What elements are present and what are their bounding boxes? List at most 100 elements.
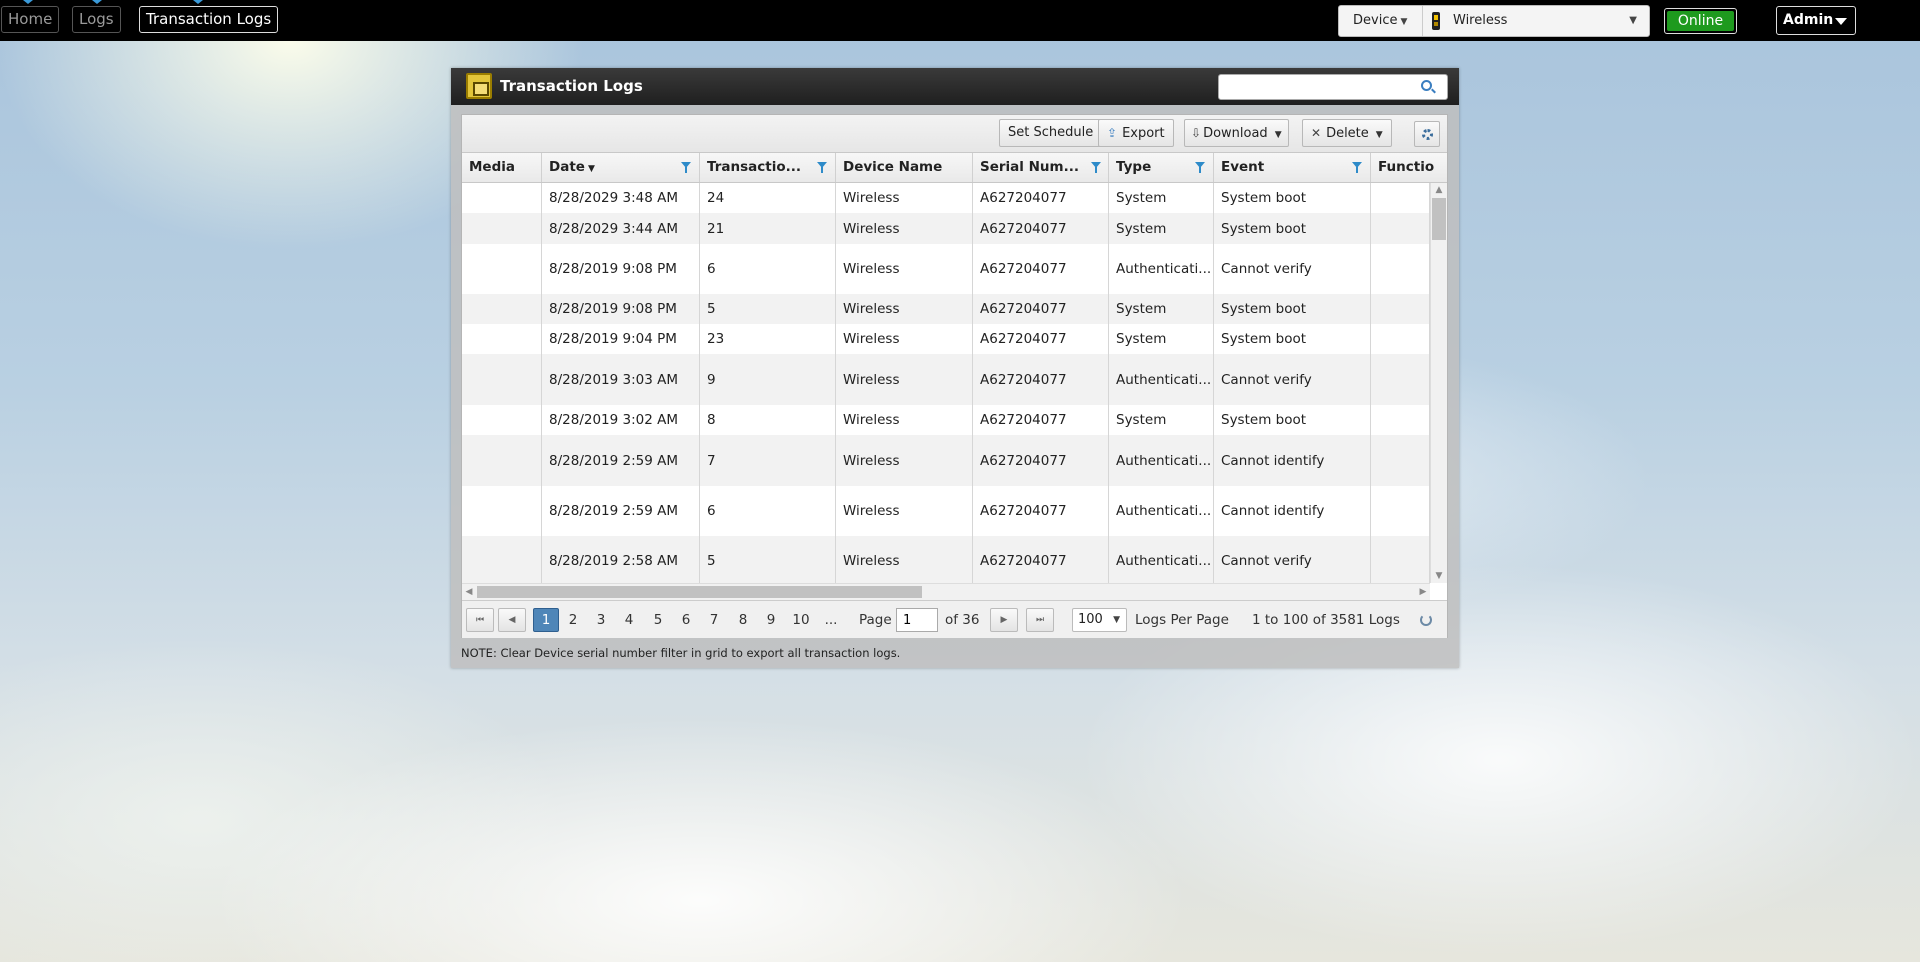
previous-page-button[interactable]: ◀ [498,608,526,632]
filter-icon[interactable] [817,162,827,173]
column-header-device-name[interactable]: Device Name [836,153,973,182]
cell-media [462,324,542,354]
user-menu-button[interactable]: Admin [1776,6,1856,35]
cell-function [1371,435,1430,486]
table-row[interactable]: 8/28/2029 3:48 AM 24 Wireless A627204077… [462,183,1430,213]
table-row[interactable]: 8/28/2019 9:04 PM 23 Wireless A627204077… [462,324,1430,354]
sort-desc-icon: ▼ [587,164,595,174]
chevron-down-icon: ▼ [1375,130,1383,140]
column-header-date[interactable]: Date ▼ [542,153,700,182]
filter-icon[interactable] [1352,162,1362,173]
nav-logs[interactable]: Logs [72,6,121,33]
cell-serial: A627204077 [973,183,1109,213]
cell-date: 8/28/2019 2:58 AM [542,536,700,583]
download-icon: ⇩ [1191,126,1202,140]
cell-date: 8/28/2019 3:03 AM [542,354,700,405]
cell-event: System boot [1214,294,1371,324]
device-label: Device [1353,13,1398,28]
cell-function [1371,354,1430,405]
nav-indicator-icon [193,0,203,4]
export-button[interactable]: ⇪ Export [1098,119,1174,147]
set-schedule-button[interactable]: Set Schedule [999,119,1103,147]
device-type-dropdown[interactable]: Device ▼ [1339,6,1423,36]
page-number-current[interactable]: 1 [533,608,559,632]
table-row[interactable]: 8/28/2019 9:08 PM 5 Wireless A627204077 … [462,294,1430,324]
cell-function [1371,536,1430,583]
table-row[interactable]: 8/28/2019 2:59 AM 6 Wireless A627204077 … [462,486,1430,536]
scroll-thumb[interactable] [477,586,922,598]
delete-label: Delete [1326,126,1369,141]
first-page-button[interactable]: ⏮ [466,608,494,632]
page-summary: 1 to 100 of 3581 Logs [1252,612,1400,628]
table-row[interactable]: 8/28/2029 3:44 AM 21 Wireless A627204077… [462,213,1430,244]
column-header-serial-number[interactable]: Serial Num... [973,153,1109,182]
cell-function [1371,486,1430,536]
status-badge: Online [1664,8,1737,34]
page-number[interactable]: 6 [675,608,697,632]
chevron-down-icon: ▼ [1400,17,1408,27]
nav-home[interactable]: Home [1,6,60,33]
table-row[interactable]: 8/28/2019 2:58 AM 5 Wireless A627204077 … [462,536,1430,583]
page-size-select[interactable]: 100 ▼ [1072,608,1127,632]
table-row[interactable]: 8/28/2019 3:03 AM 9 Wireless A627204077 … [462,354,1430,405]
cell-date: 8/28/2019 2:59 AM [542,486,700,536]
filter-icon[interactable] [1091,162,1101,173]
page-number[interactable]: 5 [647,608,669,632]
page-number[interactable]: 10 [790,608,812,632]
cell-serial: A627204077 [973,486,1109,536]
page-number[interactable]: 7 [703,608,725,632]
next-page-button[interactable]: ▶ [990,608,1018,632]
horizontal-scrollbar[interactable]: ◀ ▶ [462,583,1430,600]
page-input[interactable] [896,608,938,632]
column-header-event[interactable]: Event [1214,153,1371,182]
page-number[interactable]: 3 [590,608,612,632]
gear-icon[interactable] [1414,121,1440,147]
table-row[interactable]: 8/28/2019 3:02 AM 8 Wireless A627204077 … [462,405,1430,435]
cell-date: 8/28/2019 9:08 PM [542,294,700,324]
scroll-left-icon[interactable]: ◀ [462,584,476,600]
download-button[interactable]: ⇩ Download ▼ [1184,119,1289,147]
delete-button[interactable]: ✕ Delete ▼ [1302,119,1392,147]
vertical-scrollbar[interactable]: ▲ ▼ [1430,183,1447,583]
scroll-right-icon[interactable]: ▶ [1416,584,1430,600]
device-icon [1432,12,1440,30]
page-number[interactable]: 8 [732,608,754,632]
top-bar: Home Logs Transaction Logs Device ▼ Wirel… [0,0,1920,41]
cell-event: System boot [1214,405,1371,435]
cell-serial: A627204077 [973,536,1109,583]
cell-transaction: 5 [700,536,836,583]
cell-type: System [1109,294,1214,324]
page-size-value: 100 [1078,612,1103,627]
table-row[interactable]: 8/28/2019 2:59 AM 7 Wireless A627204077 … [462,435,1430,486]
table-row[interactable]: 8/28/2019 9:08 PM 6 Wireless A627204077 … [462,244,1430,294]
transaction-logs-window: Transaction Logs Set Schedule ⇪ Export ⇩ D… [451,68,1459,668]
cell-event: System boot [1214,213,1371,244]
cell-event: Cannot verify [1214,244,1371,294]
search-icon[interactable] [1421,80,1432,91]
page-number[interactable]: 4 [618,608,640,632]
filter-icon[interactable] [1195,162,1205,173]
cell-media [462,354,542,405]
scroll-up-icon[interactable]: ▲ [1431,183,1447,197]
last-page-button[interactable]: ⏭ [1026,608,1054,632]
column-header-function[interactable]: Functio [1371,153,1447,182]
page-number-more[interactable]: ... [820,608,842,632]
column-header-media[interactable]: Media [462,153,542,182]
logs-grid: Set Schedule ⇪ Export ⇩ Download ▼ ✕ Delete ▼… [461,114,1448,638]
nav-indicator-icon [23,0,33,4]
page-label: Page [859,612,892,628]
page-number[interactable]: 2 [562,608,584,632]
refresh-icon[interactable] [1420,614,1432,626]
page-number[interactable]: 9 [760,608,782,632]
cell-function [1371,294,1430,324]
filter-icon[interactable] [681,162,691,173]
device-dropdown[interactable]: Wireless ▼ [1424,6,1649,36]
nav-transaction-logs[interactable]: Transaction Logs [139,6,279,33]
column-header-transaction[interactable]: Transactio... [700,153,836,182]
scroll-thumb[interactable] [1432,198,1446,240]
search-input[interactable] [1218,74,1448,100]
cell-transaction: 8 [700,405,836,435]
cell-transaction: 23 [700,324,836,354]
scroll-down-icon[interactable]: ▼ [1431,569,1447,583]
cell-type: System [1109,183,1214,213]
